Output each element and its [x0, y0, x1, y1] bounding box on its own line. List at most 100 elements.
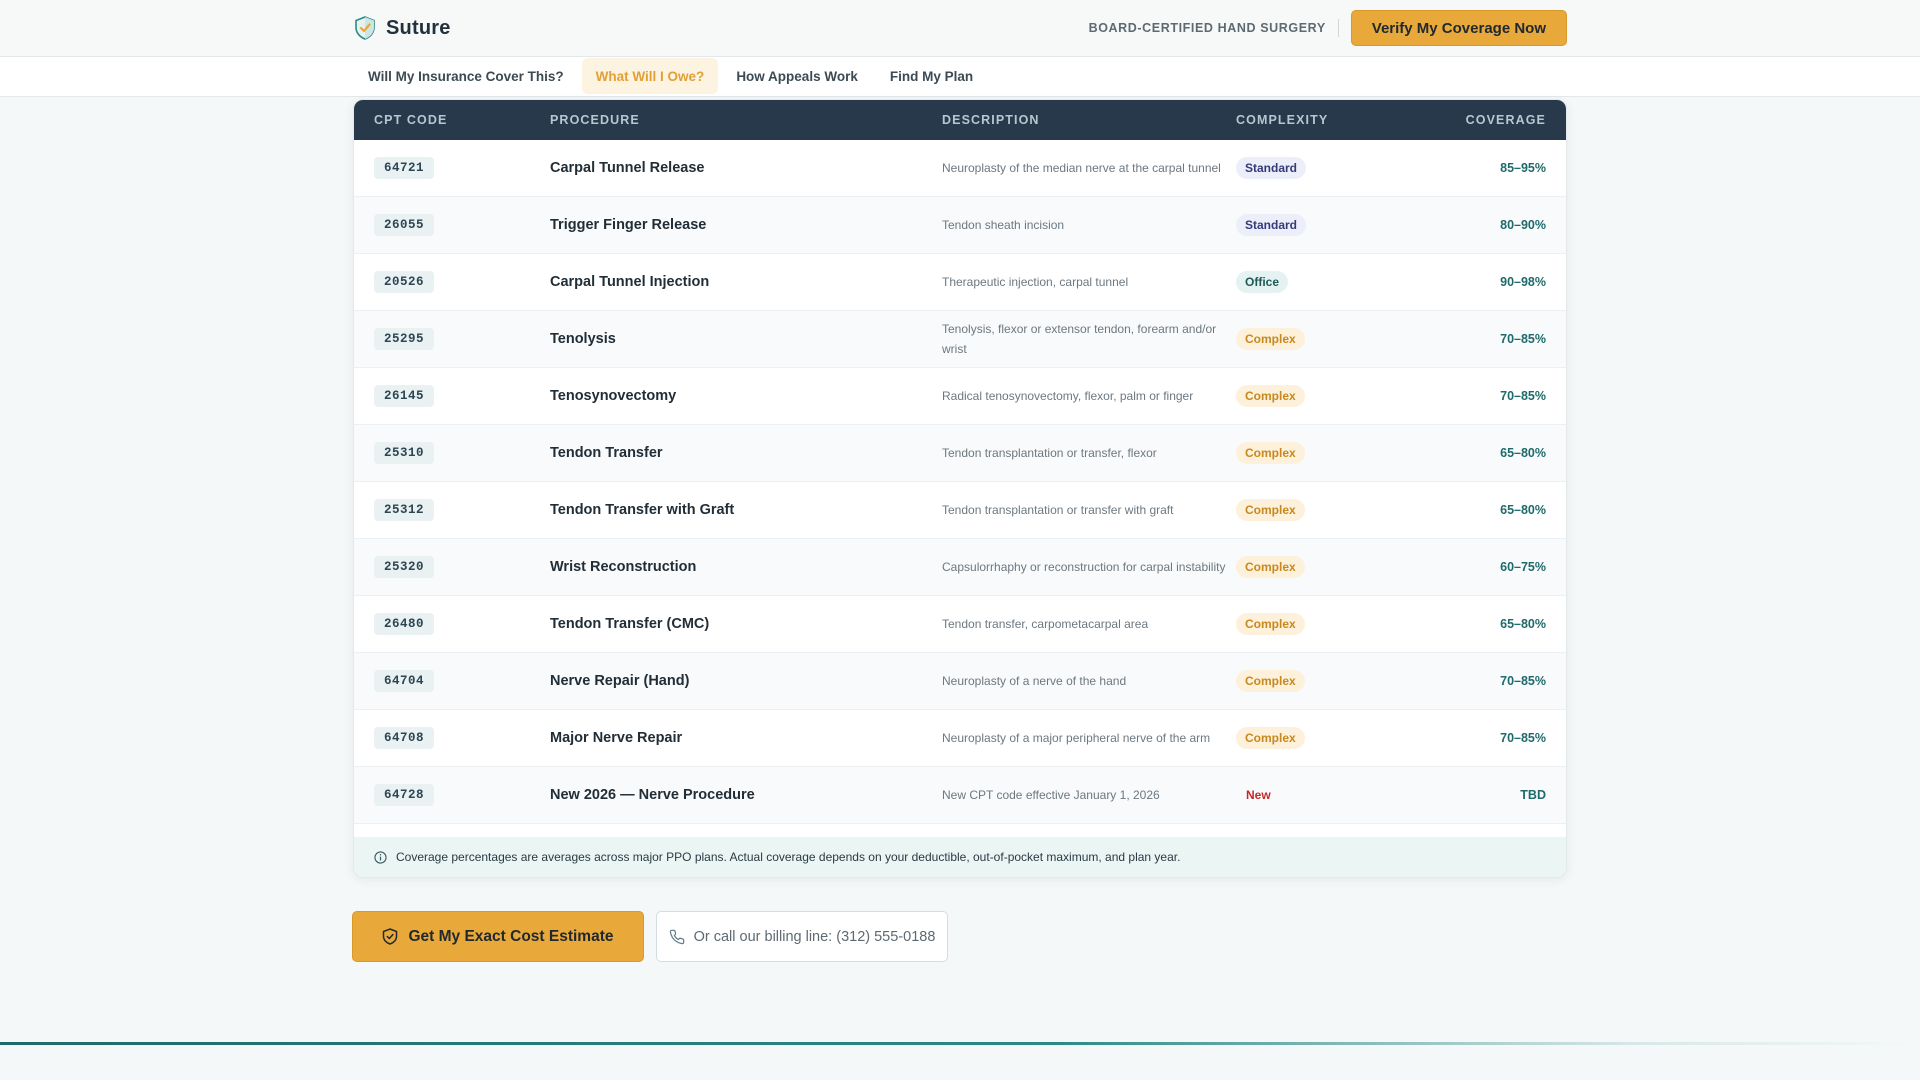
complexity-badge: Complex — [1236, 670, 1305, 692]
get-cost-estimate-label: Get My Exact Cost Estimate — [408, 927, 614, 945]
cpt-code-cell: 64708 — [354, 727, 550, 749]
coverage-value: 70–85% — [1500, 332, 1546, 346]
coverage-value: 70–85% — [1500, 389, 1546, 403]
header-complexity: COMPLEXITY — [1236, 113, 1329, 127]
complexity-cell: Complex — [1236, 499, 1396, 521]
complexity-cell: Complex — [1236, 385, 1396, 407]
procedure-description: Radical tenosynovectomy, flexor, palm or… — [942, 389, 1194, 403]
coverage-value: 65–80% — [1500, 446, 1546, 460]
complexity-cell: Complex — [1236, 328, 1396, 350]
cpt-code-cell: 25310 — [354, 442, 550, 464]
table-row[interactable]: 25295 Tenolysis Tenolysis, flexor or exten… — [354, 311, 1566, 368]
cpt-code-cell: 26055 — [354, 214, 550, 236]
complexity-badge: Office — [1236, 271, 1289, 293]
procedure-description: Capsulorrhaphy or reconstruction for car… — [942, 560, 1226, 574]
procedure-description: Tendon transplantation or transfer, flex… — [942, 446, 1157, 460]
complexity-cell: Standard — [1236, 157, 1396, 179]
billing-line-button[interactable]: Or call our billing line: (312) 555-0188 — [656, 911, 948, 962]
cpt-code-chip: 20526 — [374, 271, 435, 293]
shield-logo-icon — [355, 16, 375, 40]
phone-icon — [669, 929, 684, 944]
cpt-code-cell: 26480 — [354, 613, 550, 635]
table-row[interactable]: 64704 Nerve Repair (Hand) Neuroplasty of a… — [354, 653, 1566, 710]
table-row[interactable]: 25310 Tendon Transfer Tendon transplantati… — [354, 425, 1566, 482]
table-row[interactable]: 25312 Tendon Transfer with Graft Tendon tr… — [354, 482, 1566, 539]
coverage-value: 70–85% — [1500, 674, 1546, 688]
cpt-code-chip: 25320 — [374, 556, 435, 578]
coverage-value: 60–75% — [1500, 560, 1546, 574]
procedure-name: Nerve Repair (Hand) — [550, 673, 690, 689]
coverage-value: TBD — [1520, 788, 1546, 802]
table-body: 64721 Carpal Tunnel Release Neuroplasty of… — [354, 140, 1566, 824]
complexity-cell: Standard — [1236, 214, 1396, 236]
complexity-cell: Complex — [1236, 442, 1396, 464]
cpt-code-cell: 20526 — [354, 271, 550, 293]
complexity-cell: Office — [1236, 271, 1396, 293]
table-row[interactable]: 64721 Carpal Tunnel Release Neuroplasty of… — [354, 140, 1566, 197]
tab-what-will-i-owe[interactable]: What Will I Owe? — [581, 58, 719, 94]
procedure-name: Wrist Reconstruction — [550, 559, 697, 575]
coverage-value: 65–80% — [1500, 617, 1546, 631]
cpt-code-chip: 64728 — [374, 784, 435, 806]
procedure-description: Neuroplasty of a major peripheral nerve … — [942, 731, 1211, 745]
cpt-code-chip: 26145 — [374, 385, 435, 407]
procedure-name: New 2026 — Nerve Procedure — [550, 787, 755, 803]
table-row[interactable]: 25320 Wrist Reconstruction Capsulorrhaphy … — [354, 539, 1566, 596]
cpt-code-chip: 25295 — [374, 328, 435, 350]
main-nav: Will My Insurance Cover This? What Will … — [0, 57, 1920, 97]
table-row[interactable]: 20526 Carpal Tunnel Injection Therapeutic … — [354, 254, 1566, 311]
complexity-badge: Standard — [1236, 214, 1307, 236]
cpt-code-chip: 64708 — [374, 727, 435, 749]
procedure-description: Tenolysis, flexor or extensor tendon, fo… — [942, 322, 1217, 356]
coverage-value: 80–90% — [1500, 218, 1546, 232]
procedure-name: Tendon Transfer — [550, 445, 663, 461]
complexity-badge: Standard — [1236, 157, 1307, 179]
cpt-code-cell: 64704 — [354, 670, 550, 692]
complexity-cell: Complex — [1236, 556, 1396, 578]
coverage-value: 90–98% — [1500, 275, 1546, 289]
cpt-code-cell: 25295 — [354, 328, 550, 350]
cpt-code-chip: 25312 — [374, 499, 435, 521]
brand-name: Suture — [386, 16, 451, 39]
table-header: CPT CODE PROCEDURE DESCRIPTION COMPLEXIT… — [354, 100, 1566, 140]
header-coverage: COVERAGE — [1465, 113, 1546, 127]
complexity-badge: Complex — [1236, 556, 1305, 578]
header-cpt-code: CPT CODE — [374, 113, 448, 127]
complexity-badge: Complex — [1236, 499, 1305, 521]
complexity-cell: Complex — [1236, 613, 1396, 635]
procedure-description: Tendon transplantation or transfer with … — [942, 503, 1174, 517]
table-row[interactable]: 26055 Trigger Finger Release Tendon sheath… — [354, 197, 1566, 254]
procedure-description: Neuroplasty of a nerve of the hand — [942, 674, 1127, 688]
cpt-code-chip: 26055 — [374, 214, 435, 236]
header-actions: BOARD-CERTIFIED HAND SURGERY Verify My C… — [1089, 10, 1567, 46]
header-description: DESCRIPTION — [942, 113, 1040, 127]
cpt-code-cell: 64721 — [354, 157, 550, 179]
tab-insurance-cover[interactable]: Will My Insurance Cover This? — [354, 58, 578, 94]
cpt-code-chip: 64721 — [374, 157, 435, 179]
table-row[interactable]: 64728 New 2026 — Nerve Procedure New CPT c… — [354, 767, 1566, 824]
cpt-code-cell: 25312 — [354, 499, 550, 521]
brand[interactable]: Suture — [354, 16, 451, 40]
table-row[interactable]: 64708 Major Nerve Repair Neuroplasty of a … — [354, 710, 1566, 767]
header-procedure: PROCEDURE — [550, 113, 640, 127]
procedure-name: Tendon Transfer with Graft — [550, 502, 735, 518]
cpt-code-cell: 26145 — [354, 385, 550, 407]
table-row[interactable]: 26145 Tenosynovectomy Radical tenosynovect… — [354, 368, 1566, 425]
procedure-name: Major Nerve Repair — [550, 730, 683, 746]
procedures-table: CPT CODE PROCEDURE DESCRIPTION COMPLEXIT… — [353, 99, 1567, 878]
verify-coverage-button[interactable]: Verify My Coverage Now — [1350, 10, 1567, 46]
get-cost-estimate-button[interactable]: Get My Exact Cost Estimate — [352, 911, 644, 962]
coverage-value: 85–95% — [1500, 161, 1546, 175]
tab-find-my-plan[interactable]: Find My Plan — [876, 58, 987, 94]
coverage-value: 65–80% — [1500, 503, 1546, 517]
complexity-badge: Complex — [1236, 442, 1305, 464]
procedure-description: Neuroplasty of the median nerve at the c… — [942, 161, 1221, 175]
complexity-badge: New — [1246, 788, 1271, 802]
cpt-code-chip: 25310 — [374, 442, 435, 464]
header-tagline: BOARD-CERTIFIED HAND SURGERY — [1089, 19, 1339, 37]
top-bar: Suture BOARD-CERTIFIED HAND SURGERY Veri… — [0, 0, 1920, 57]
tab-how-appeals-work[interactable]: How Appeals Work — [722, 58, 872, 94]
procedure-name: Tenolysis — [550, 331, 616, 347]
table-row[interactable]: 26480 Tendon Transfer (CMC) Tendon transfe… — [354, 596, 1566, 653]
procedure-description: Tendon transfer, carpometacarpal area — [942, 617, 1149, 631]
